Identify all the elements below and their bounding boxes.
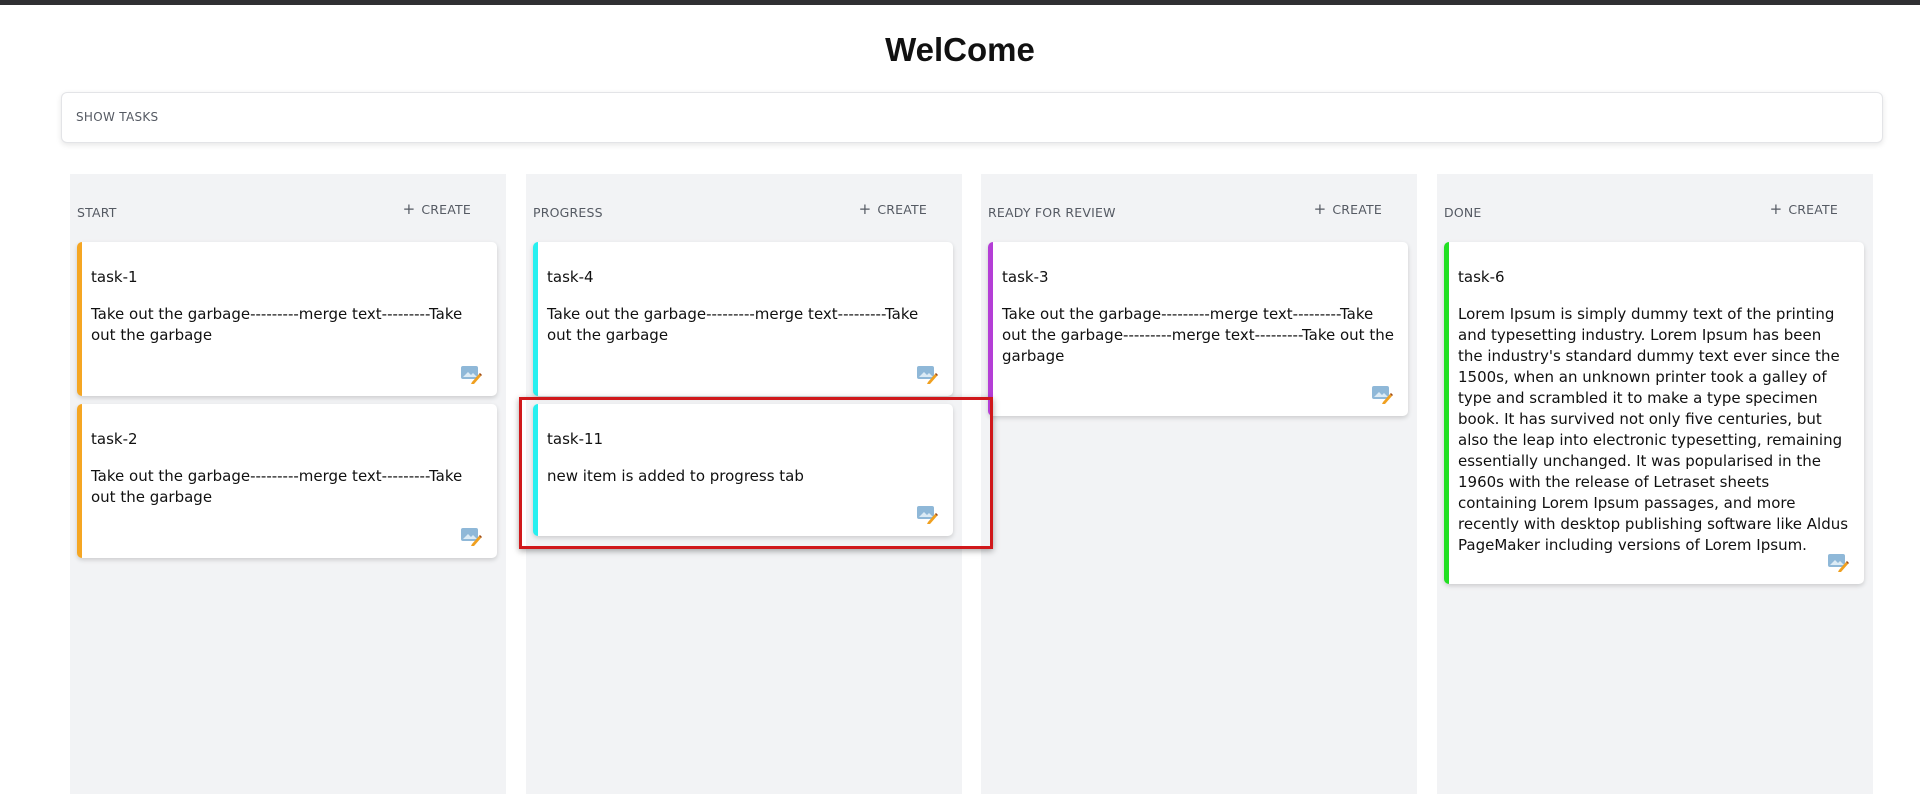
show-tasks-bar[interactable]: SHOW TASKS (61, 92, 1883, 143)
task-card[interactable]: task-4 Take out the garbage---------merg… (533, 242, 953, 396)
column-title: PROGRESS (533, 205, 603, 220)
column-title: READY FOR REVIEW (988, 205, 1116, 220)
card-description: Take out the garbage---------merge text-… (91, 467, 463, 506)
plus-icon: + (402, 200, 416, 218)
edit-image-icon[interactable] (916, 364, 938, 384)
create-label: CREATE (1788, 202, 1838, 217)
card-description: new item is added to progress tab (547, 467, 804, 485)
column-title: DONE (1444, 205, 1482, 220)
card-description: Take out the garbage---------merge text-… (1002, 305, 1394, 365)
column-start: START + CREATE task-1 Take out the garba… (70, 174, 506, 794)
task-card[interactable]: task-2 Take out the garbage---------merg… (77, 404, 497, 558)
edit-image-icon[interactable] (916, 504, 938, 524)
create-label: CREATE (421, 202, 471, 217)
card-title: task-2 (91, 430, 138, 448)
plus-icon: + (1313, 200, 1327, 218)
card-description: Take out the garbage---------merge text-… (547, 305, 919, 344)
edit-image-icon[interactable] (1371, 384, 1393, 404)
top-bar (0, 0, 1920, 5)
column-ready-for-review: READY FOR REVIEW + CREATE task-3 Take ou… (981, 174, 1417, 794)
task-card[interactable]: task-6 Lorem Ipsum is simply dummy text … (1444, 242, 1864, 584)
edit-image-icon[interactable] (460, 526, 482, 546)
create-button-start[interactable]: + CREATE (402, 200, 471, 218)
column-done: DONE + CREATE task-6 Lorem Ipsum is simp… (1437, 174, 1873, 794)
show-tasks-button[interactable]: SHOW TASKS (76, 110, 158, 124)
task-card[interactable]: task-11 new item is added to progress ta… (533, 404, 953, 536)
card-title: task-11 (547, 430, 604, 448)
create-button-progress[interactable]: + CREATE (858, 200, 927, 218)
plus-icon: + (858, 200, 872, 218)
column-progress: PROGRESS + CREATE task-4 Take out the ga… (526, 174, 962, 794)
create-button-done[interactable]: + CREATE (1769, 200, 1838, 218)
card-title: task-4 (547, 268, 594, 286)
plus-icon: + (1769, 200, 1783, 218)
card-description: Take out the garbage---------merge text-… (91, 305, 463, 344)
edit-image-icon[interactable] (1827, 552, 1849, 572)
page-title: WelCome (885, 31, 1035, 68)
create-button-ready-for-review[interactable]: + CREATE (1313, 200, 1382, 218)
card-title: task-6 (1458, 268, 1505, 286)
task-card[interactable]: task-3 Take out the garbage---------merg… (988, 242, 1408, 416)
edit-image-icon[interactable] (460, 364, 482, 384)
create-label: CREATE (877, 202, 927, 217)
task-card[interactable]: task-1 Take out the garbage---------merg… (77, 242, 497, 396)
column-title: START (77, 205, 117, 220)
card-description: Lorem Ipsum is simply dummy text of the … (1458, 305, 1849, 554)
card-title: task-3 (1002, 268, 1049, 286)
create-label: CREATE (1332, 202, 1382, 217)
card-title: task-1 (91, 268, 138, 286)
